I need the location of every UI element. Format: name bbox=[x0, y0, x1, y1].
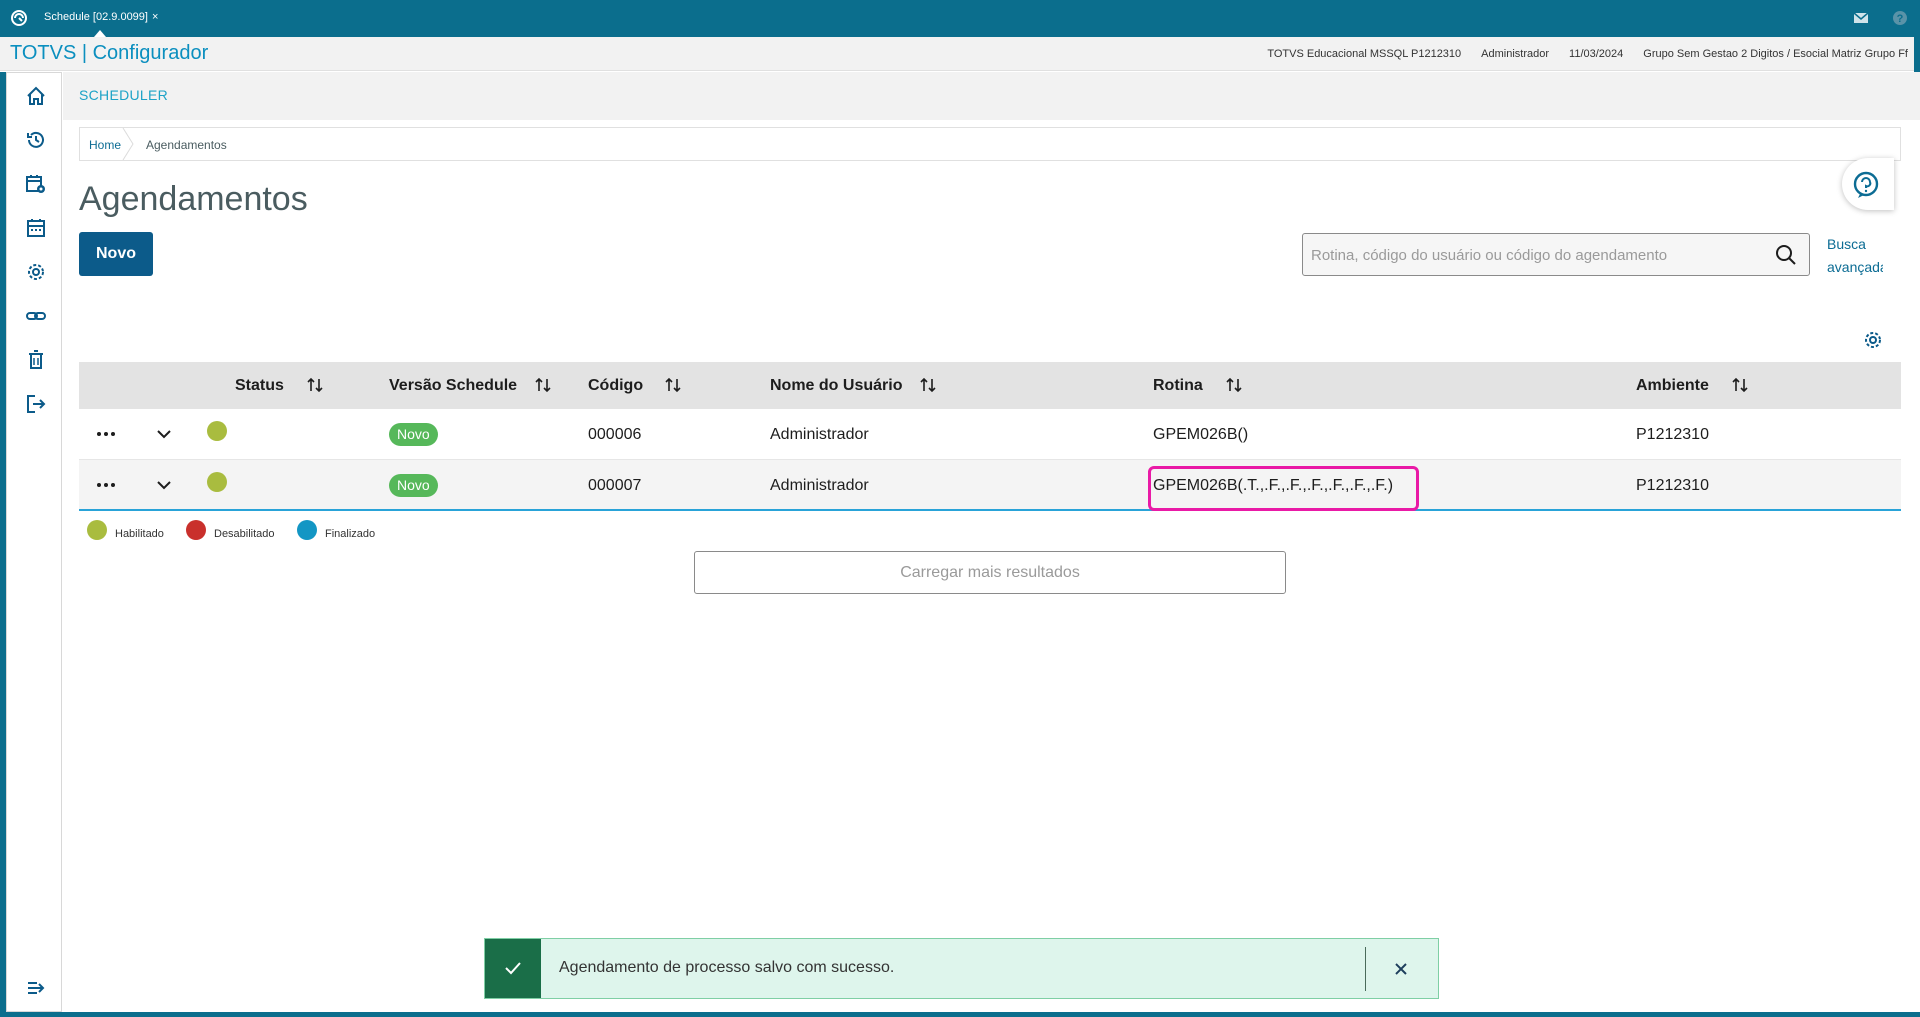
environment-cell: P1212310 bbox=[1636, 477, 1709, 494]
legend-finished-label: Finalizado bbox=[325, 528, 376, 540]
table-row[interactable]: Novo 000007 Administrador GPEM026B(.T.,.… bbox=[79, 460, 1901, 511]
success-toast: Agendamento de processo salvo com sucess… bbox=[484, 938, 1439, 999]
sort-icon[interactable] bbox=[306, 376, 324, 394]
code-cell: 000007 bbox=[588, 477, 642, 494]
legend-finished-dot bbox=[297, 520, 317, 540]
breadcrumb-separator-icon bbox=[122, 128, 134, 160]
legend-enabled-label: Habilitado bbox=[115, 528, 164, 540]
environment-cell: P1212310 bbox=[1636, 426, 1709, 443]
chat-assistant-button[interactable] bbox=[1842, 158, 1894, 210]
code-cell: 000006 bbox=[588, 426, 642, 443]
schedules-table: Status Versão Schedule Código Nome do Us… bbox=[79, 362, 1901, 511]
brand-title: TOTVS | Configurador bbox=[10, 42, 209, 64]
toast-message: Agendamento de processo salvo com sucess… bbox=[559, 959, 895, 976]
more-actions-icon[interactable] bbox=[96, 431, 116, 437]
breadcrumb: Home Agendamentos bbox=[79, 127, 1901, 161]
sidebar bbox=[6, 72, 62, 1012]
chevron-down-icon[interactable] bbox=[156, 478, 172, 492]
sort-icon[interactable] bbox=[919, 376, 937, 394]
header-info: TOTVS Educacional MSSQL P1212310 Adminis… bbox=[1247, 48, 1908, 60]
status-enabled-dot bbox=[207, 421, 227, 441]
advanced-search-line2: avançada bbox=[1827, 259, 1883, 275]
column-code[interactable]: Código bbox=[588, 377, 643, 395]
column-status[interactable]: Status bbox=[235, 377, 284, 395]
column-version[interactable]: Versão Schedule bbox=[389, 377, 517, 395]
search-input[interactable] bbox=[1311, 244, 1751, 266]
sort-icon[interactable] bbox=[1225, 376, 1243, 394]
expand-menu-icon[interactable] bbox=[25, 977, 47, 999]
column-user[interactable]: Nome do Usuário bbox=[770, 377, 902, 395]
module-title: SCHEDULER bbox=[79, 87, 169, 103]
module-bar: SCHEDULER bbox=[63, 72, 1920, 120]
advanced-search-line1: Busca bbox=[1827, 236, 1866, 252]
search-icon[interactable] bbox=[1775, 244, 1797, 266]
chat-icon bbox=[1853, 171, 1879, 198]
frame-bottom bbox=[0, 1012, 1920, 1017]
breadcrumb-home[interactable]: Home bbox=[89, 138, 121, 152]
logout-icon[interactable] bbox=[25, 393, 47, 415]
user-label: Administrador bbox=[1481, 48, 1550, 60]
user-cell: Administrador bbox=[770, 426, 869, 443]
user-cell: Administrador bbox=[770, 477, 869, 494]
page-title: Agendamentos bbox=[79, 180, 308, 218]
app-header: TOTVS | Configurador TOTVS Educacional M… bbox=[0, 37, 1920, 71]
tab-active-marker bbox=[94, 30, 106, 37]
date-label: 11/03/2024 bbox=[1569, 48, 1624, 60]
title-bar: Schedule [02.9.0099] × ? bbox=[0, 0, 1920, 37]
app-logo-icon bbox=[11, 10, 27, 26]
column-routine[interactable]: Rotina bbox=[1153, 377, 1203, 395]
table-header: Status Versão Schedule Código Nome do Us… bbox=[79, 362, 1901, 409]
advanced-search-link[interactable]: Busca avançada bbox=[1827, 233, 1883, 279]
calendar-icon[interactable] bbox=[25, 217, 47, 239]
routine-cell: GPEM026B(.T.,.F.,.F.,.F.,.F.,.F.,.F.) bbox=[1153, 477, 1394, 494]
history-icon[interactable] bbox=[25, 129, 47, 151]
legend-disabled-label: Desabilitado bbox=[214, 528, 275, 540]
environment-label: TOTVS Educacional MSSQL P1212310 bbox=[1267, 48, 1462, 60]
legend-disabled-dot bbox=[186, 520, 206, 540]
toast-icon-box bbox=[485, 939, 541, 998]
legend-enabled-dot bbox=[87, 520, 107, 540]
close-icon[interactable] bbox=[1391, 959, 1411, 979]
trash-icon[interactable] bbox=[25, 349, 47, 371]
sort-icon[interactable] bbox=[1731, 376, 1749, 394]
more-actions-icon[interactable] bbox=[96, 482, 116, 488]
toast-divider bbox=[1365, 947, 1366, 991]
new-schedule-button[interactable]: Novo bbox=[79, 232, 153, 276]
chevron-down-icon[interactable] bbox=[156, 427, 172, 441]
link-icon[interactable] bbox=[25, 305, 47, 327]
gear-icon[interactable] bbox=[25, 261, 47, 283]
tab-title: Schedule [02.9.0099] bbox=[44, 11, 148, 23]
gear-icon bbox=[1865, 332, 1881, 348]
tab-close-button[interactable]: × bbox=[152, 11, 158, 23]
company-label: Grupo Sem Gestao 2 Digitos / Esocial Mat… bbox=[1643, 48, 1908, 60]
help-icon[interactable]: ? bbox=[1891, 9, 1909, 27]
version-tag: Novo bbox=[389, 474, 438, 497]
mail-icon[interactable] bbox=[1852, 9, 1870, 27]
table-settings-button[interactable] bbox=[1863, 330, 1883, 350]
main-content: SCHEDULER Home Agendamentos Agendamentos… bbox=[63, 72, 1920, 1017]
tab-schedule[interactable]: Schedule [02.9.0099] × bbox=[36, 4, 166, 33]
sort-icon[interactable] bbox=[534, 376, 552, 394]
svg-text:?: ? bbox=[1897, 13, 1904, 25]
calendar-settings-icon[interactable] bbox=[25, 173, 47, 195]
home-icon[interactable] bbox=[25, 85, 47, 107]
column-environment[interactable]: Ambiente bbox=[1636, 377, 1709, 395]
table-row[interactable]: Novo 000006 Administrador GPEM026B() P12… bbox=[79, 409, 1901, 460]
sort-icon[interactable] bbox=[664, 376, 682, 394]
status-enabled-dot bbox=[207, 472, 227, 492]
routine-cell: GPEM026B() bbox=[1153, 426, 1249, 443]
load-more-button[interactable]: Carregar mais resultados bbox=[694, 551, 1286, 594]
breadcrumb-current: Agendamentos bbox=[146, 138, 227, 152]
version-tag: Novo bbox=[389, 423, 438, 446]
check-icon bbox=[505, 962, 521, 975]
search-box bbox=[1302, 233, 1810, 276]
